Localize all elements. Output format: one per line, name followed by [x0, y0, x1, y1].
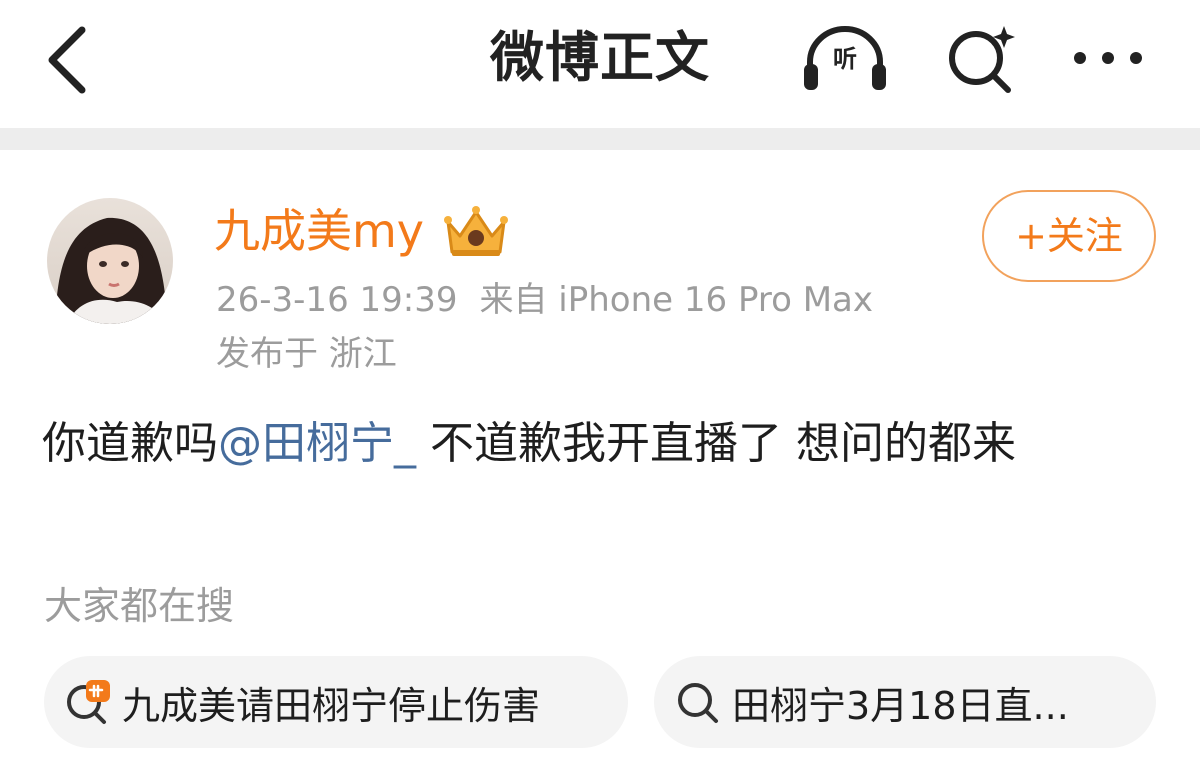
- author-name[interactable]: 九成美my: [214, 200, 424, 262]
- search-section-title: 大家都在搜: [44, 584, 235, 628]
- hot-search-icon: [67, 680, 110, 724]
- more-dots-icon: [1074, 52, 1142, 64]
- post-location: 发布于 浙江: [216, 334, 397, 374]
- follow-button[interactable]: +关注: [982, 190, 1156, 282]
- ai-search-button[interactable]: [942, 20, 1022, 96]
- back-button[interactable]: [40, 22, 100, 98]
- more-button[interactable]: [1068, 38, 1148, 78]
- post-body: 你道歉吗@田栩宁_ 不道歉我开直播了 想问的都来: [42, 412, 1152, 476]
- post-text-end: 不道歉我开直播了 想问的都来: [416, 418, 1016, 469]
- search-chip-label: 九成美请田栩宁停止伤害: [122, 683, 541, 728]
- back-arrow-icon: [48, 26, 86, 94]
- crown-icon: [440, 204, 512, 260]
- search-chip[interactable]: 九成美请田栩宁停止伤害: [44, 656, 628, 748]
- listen-label: 听: [833, 45, 857, 73]
- post-timestamp: 26-3-16 19:39: [216, 280, 458, 320]
- post-text-start: 你道歉吗: [42, 418, 218, 469]
- post-meta: 26-3-16 19:39 来自 iPhone 16 Pro Max: [216, 276, 895, 324]
- post-source: 来自 iPhone 16 Pro Max: [479, 280, 874, 320]
- search-icon: [678, 683, 718, 723]
- ai-search-icon: [949, 26, 1015, 93]
- mention-link[interactable]: @田栩宁_: [218, 418, 416, 469]
- avatar[interactable]: [47, 198, 173, 324]
- search-chip[interactable]: 田栩宁3月18日直...: [654, 656, 1156, 748]
- page-title: 微博正文: [490, 26, 710, 89]
- search-chip-label: 田栩宁3月18日直...: [732, 683, 1069, 728]
- header-separator: [0, 128, 1200, 150]
